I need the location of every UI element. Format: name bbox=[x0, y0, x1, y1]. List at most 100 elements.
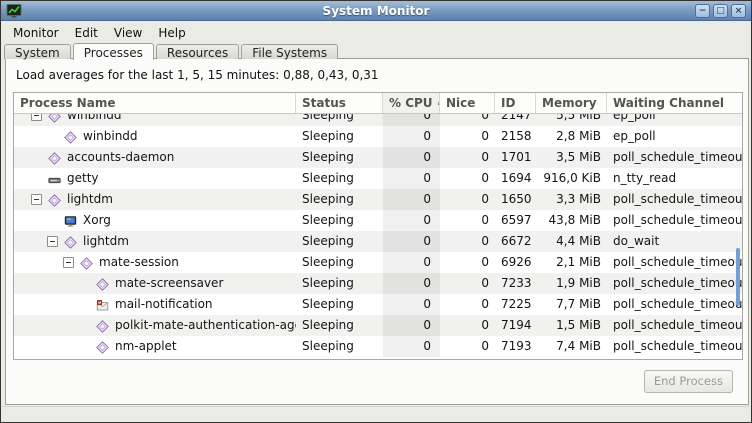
process-row-Xorg[interactable]: XorgSleeping00659743,8 MiBpoll_schedule_… bbox=[14, 210, 742, 231]
process-id-cell: 1694 bbox=[495, 168, 536, 189]
process-channel-cell: poll_schedule_timeout bbox=[607, 210, 742, 231]
process-row-getty[interactable]: gettySleeping001694916,0 KiBn_tty_read bbox=[14, 168, 742, 189]
titlebar[interactable]: System Monitor − □ × bbox=[1, 1, 751, 21]
process-table[interactable]: Process Name Status% CPU∧NiceID Memory Wait… bbox=[13, 92, 743, 360]
process-memory-cell: 3,5 MiB bbox=[536, 147, 607, 168]
tree-collapse-expander[interactable] bbox=[31, 114, 42, 121]
menu-help[interactable]: Help bbox=[150, 24, 193, 42]
maximize-button[interactable]: □ bbox=[713, 4, 728, 18]
load-averages-text: Load averages for the last 1, 5, 15 minu… bbox=[16, 68, 379, 82]
column-header-memory[interactable]: Memory bbox=[536, 93, 607, 113]
mail-icon bbox=[96, 298, 109, 311]
tree-collapse-expander[interactable] bbox=[63, 257, 74, 268]
column-header-status[interactable]: Status bbox=[296, 93, 383, 113]
process-cpu-cell: 0 bbox=[383, 252, 440, 273]
process-row-lightdm[interactable]: lightdmSleeping0016503,3 MiBpoll_schedul… bbox=[14, 189, 742, 210]
process-row-mate-session[interactable]: mate-sessionSleeping0069262,1 MiBpoll_sc… bbox=[14, 252, 742, 273]
process-name: accounts-daemon bbox=[67, 147, 174, 168]
process-channel-cell: poll_schedule_timeout bbox=[607, 147, 742, 168]
process-memory-cell: 1,9 MiB bbox=[536, 273, 607, 294]
diamond-icon bbox=[96, 340, 109, 353]
tab-file-systems[interactable]: File Systems bbox=[241, 44, 338, 59]
process-name-cell: winbindd bbox=[14, 126, 296, 147]
tree-collapse-expander[interactable] bbox=[31, 194, 42, 205]
process-id-cell: 2147 bbox=[495, 114, 536, 126]
end-process-button[interactable]: End Process bbox=[644, 370, 733, 393]
keyboard-icon bbox=[48, 172, 61, 185]
process-row-polkit-mate-authentication-agent-1[interactable]: polkit-mate-authentication-agent-1Sleepi… bbox=[14, 315, 742, 336]
process-row-mail-notification[interactable]: mail-notificationSleeping0072257,7 MiBpo… bbox=[14, 294, 742, 315]
diamond-icon bbox=[96, 319, 109, 332]
process-row-lightdm[interactable]: lightdmSleeping0066724,4 MiBdo_wait bbox=[14, 231, 742, 252]
process-name: winbindd bbox=[83, 126, 138, 147]
process-row-mate-screensaver[interactable]: mate-screensaverSleeping0072331,9 MiBpol… bbox=[14, 273, 742, 294]
process-id-cell: 2158 bbox=[495, 126, 536, 147]
process-nice-cell: 0 bbox=[440, 273, 495, 294]
process-id-cell: 6926 bbox=[495, 252, 536, 273]
process-id-cell: 6597 bbox=[495, 210, 536, 231]
process-name: polkit-mate-authentication-agent-1 bbox=[115, 315, 296, 336]
window-bottom-strip bbox=[1, 406, 751, 423]
process-name: mail-notification bbox=[115, 294, 213, 315]
process-id-cell: 7233 bbox=[495, 273, 536, 294]
process-row-accounts-daemon[interactable]: accounts-daemonSleeping0017013,5 MiBpoll… bbox=[14, 147, 742, 168]
process-cpu-cell: 0 bbox=[383, 189, 440, 210]
column-header-channel[interactable]: Waiting Channel bbox=[607, 93, 742, 113]
diamond-icon bbox=[96, 277, 109, 290]
column-header-cpu[interactable]: % CPU∧ bbox=[383, 93, 440, 113]
tab-system[interactable]: System bbox=[4, 44, 71, 59]
column-header-label: Waiting Channel bbox=[613, 93, 724, 113]
process-channel-cell: ep_poll bbox=[607, 114, 742, 126]
process-memory-cell: 2,8 MiB bbox=[536, 126, 607, 147]
process-channel-cell: do_wait bbox=[607, 231, 742, 252]
process-status-cell: Sleeping bbox=[296, 114, 383, 126]
process-name-cell: Xorg bbox=[14, 210, 296, 231]
menu-monitor[interactable]: Monitor bbox=[5, 24, 67, 42]
tab-strip: SystemProcessesResourcesFile Systems bbox=[4, 43, 340, 59]
process-name: mate-screensaver bbox=[115, 273, 223, 294]
tab-processes[interactable]: Processes bbox=[73, 43, 154, 60]
process-nice-cell: 0 bbox=[440, 294, 495, 315]
process-memory-cell: 5,5 MiB bbox=[536, 114, 607, 126]
process-name-cell: mate-session bbox=[14, 252, 296, 273]
process-status-cell: Sleeping bbox=[296, 147, 383, 168]
process-name: winbindd bbox=[67, 114, 122, 126]
column-header-name[interactable]: Process Name bbox=[14, 93, 296, 113]
process-channel-cell: poll_schedule_timeout bbox=[607, 273, 742, 294]
process-nice-cell: 0 bbox=[440, 252, 495, 273]
process-memory-cell: 4,4 MiB bbox=[536, 231, 607, 252]
process-memory-cell: 1,5 MiB bbox=[536, 315, 607, 336]
process-nice-cell: 0 bbox=[440, 126, 495, 147]
process-name: getty bbox=[67, 168, 99, 189]
column-header-label: Process Name bbox=[20, 93, 115, 113]
column-header-nice[interactable]: Nice bbox=[440, 93, 495, 113]
column-header-label: % CPU bbox=[389, 93, 433, 113]
process-row-nm-applet[interactable]: nm-appletSleeping0071937,4 MiBpoll_sched… bbox=[14, 336, 742, 357]
tab-resources[interactable]: Resources bbox=[156, 44, 239, 59]
vertical-scrollbar-thumb[interactable] bbox=[736, 248, 740, 306]
menubar: MonitorEditViewHelp bbox=[1, 22, 751, 43]
process-status-cell: Sleeping bbox=[296, 252, 383, 273]
tree-collapse-expander[interactable] bbox=[47, 236, 58, 247]
process-name-cell: lightdm bbox=[14, 231, 296, 252]
process-name-cell: polkit-mate-authentication-agent-1 bbox=[14, 315, 296, 336]
process-status-cell: Sleeping bbox=[296, 336, 383, 357]
close-button[interactable]: × bbox=[731, 4, 746, 18]
process-nice-cell: 0 bbox=[440, 114, 495, 126]
minimize-button[interactable]: − bbox=[695, 4, 710, 18]
column-header-id[interactable]: ID bbox=[495, 93, 536, 113]
process-row-winbindd[interactable]: winbinddSleeping0021475,5 MiBep_poll bbox=[14, 114, 742, 126]
process-cpu-cell: 0 bbox=[383, 315, 440, 336]
process-cpu-cell: 0 bbox=[383, 210, 440, 231]
process-nice-cell: 0 bbox=[440, 315, 495, 336]
process-name: lightdm bbox=[83, 231, 129, 252]
process-status-cell: Sleeping bbox=[296, 168, 383, 189]
process-memory-cell: 7,4 MiB bbox=[536, 336, 607, 357]
menu-edit[interactable]: Edit bbox=[67, 24, 106, 42]
process-cpu-cell: 0 bbox=[383, 147, 440, 168]
process-nice-cell: 0 bbox=[440, 210, 495, 231]
process-name-cell: lightdm bbox=[14, 189, 296, 210]
process-row-winbindd[interactable]: winbinddSleeping0021582,8 MiBep_poll bbox=[14, 126, 742, 147]
column-header-label: Memory bbox=[542, 93, 597, 113]
menu-view[interactable]: View bbox=[106, 24, 150, 42]
